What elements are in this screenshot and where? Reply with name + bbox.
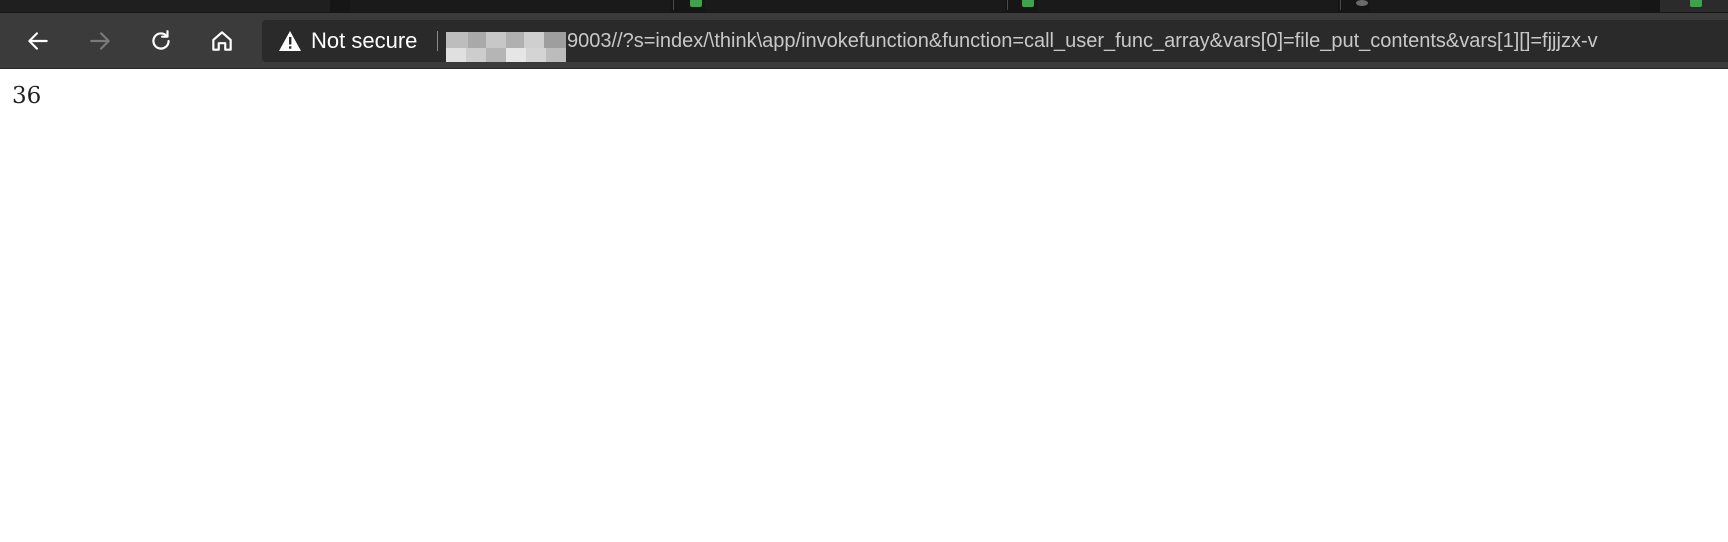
home-icon [212,31,232,51]
tab-favicon-icon [1690,0,1702,7]
warning-triangle-icon [279,31,301,51]
browser-tab[interactable] [1038,0,1338,12]
browser-toolbar: Not secure 9003//?s=index/\think\app/inv… [0,13,1728,69]
reload-icon [152,30,170,50]
tab-strip [0,0,1728,13]
tab-favicon-icon [1022,0,1034,7]
tab-divider [1340,0,1341,10]
tab-divider [673,0,674,10]
browser-tab[interactable] [705,0,1005,12]
page-output-text: 36 [12,83,42,109]
tab-favicon-icon [690,0,702,7]
home-button[interactable] [203,22,241,60]
reload-button[interactable] [142,22,180,60]
tab-favicon-icon [1356,0,1368,6]
back-button[interactable] [19,22,57,60]
page-content: 36 [0,69,1728,542]
security-indicator[interactable]: Not secure [278,20,417,62]
forward-button[interactable] [81,22,119,60]
tab-divider [1007,0,1008,10]
browser-tab[interactable] [1370,0,1640,12]
browser-tab[interactable] [350,0,670,12]
arrow-left-icon [28,32,48,50]
redacted-host [446,32,566,62]
address-bar[interactable]: Not secure 9003//?s=index/\think\app/inv… [262,20,1728,62]
url-text[interactable]: 9003//?s=index/\think\app/invokefunction… [567,20,1598,62]
security-label: Not secure [311,28,418,53]
arrow-right-icon [90,32,110,50]
browser-tab[interactable] [0,0,330,12]
omnibox-divider [437,31,438,51]
